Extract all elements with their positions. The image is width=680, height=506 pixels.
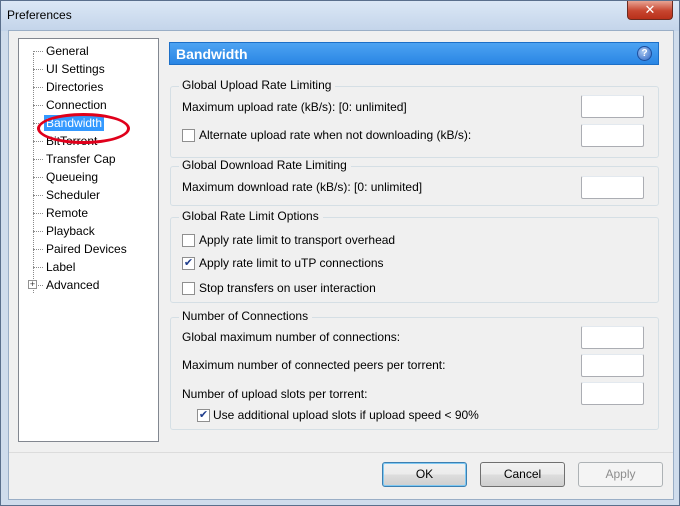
max-peers-input[interactable] (581, 354, 644, 377)
max-upload-input[interactable] (581, 95, 644, 118)
additional-slots-label: Use additional upload slots if upload sp… (213, 408, 479, 422)
tree-item-label: Transfer Cap (46, 152, 116, 166)
help-icon[interactable]: ? (637, 46, 652, 61)
cancel-button[interactable]: Cancel (480, 462, 565, 487)
max-download-input[interactable] (581, 176, 644, 199)
tree-item-label: Scheduler (46, 188, 101, 202)
alt-upload-checkbox[interactable] (182, 129, 195, 142)
tree-item-label: Connection (46, 98, 107, 112)
global-max-connections-input[interactable] (581, 326, 644, 349)
title-bar[interactable]: Preferences ✕ (1, 1, 679, 31)
ok-button[interactable]: OK (382, 462, 467, 487)
checkmark-icon: ✔ (198, 409, 209, 421)
tree-item-label: UI Settings (46, 62, 105, 76)
panel-title: Bandwidth (176, 46, 248, 62)
rate-limit-options-group: Global Rate Limit Options Apply rate lim… (170, 209, 659, 303)
additional-slots-checkbox[interactable]: ✔ (197, 409, 210, 422)
stop-transfers-checkbox[interactable] (182, 282, 195, 295)
transport-overhead-label: Apply rate limit to transport overhead (199, 233, 396, 247)
upload-rate-group: Global Upload Rate Limiting Maximum uplo… (170, 78, 659, 158)
alt-upload-input[interactable] (581, 124, 644, 147)
group-title: Global Download Rate Limiting (179, 158, 351, 172)
tree-item-label: Playback (46, 224, 95, 238)
footer-separator (9, 452, 673, 453)
panel-header: Bandwidth ? (169, 42, 659, 65)
preferences-window: Preferences ✕ General UI Settings Direct… (0, 0, 680, 506)
tree-item-label: Queueing (46, 170, 99, 184)
global-max-connections-label: Global maximum number of connections: (182, 330, 401, 344)
tree-item-label: Remote (46, 206, 89, 220)
group-title: Number of Connections (179, 309, 313, 323)
window-title: Preferences (7, 8, 72, 22)
group-title: Global Upload Rate Limiting (179, 78, 336, 92)
utp-checkbox[interactable]: ✔ (182, 257, 195, 270)
category-tree[interactable]: General UI Settings Directories Connecti… (18, 38, 159, 442)
tree-item-label: Label (46, 260, 76, 274)
alt-upload-label: Alternate upload rate when not downloadi… (199, 128, 472, 142)
stop-transfers-label: Stop transfers on user interaction (199, 281, 376, 295)
upload-slots-label: Number of upload slots per torrent: (182, 387, 368, 401)
max-upload-label: Maximum upload rate (kB/s): [0: unlimite… (182, 100, 407, 114)
group-title: Global Rate Limit Options (179, 209, 323, 223)
max-download-label: Maximum download rate (kB/s): [0: unlimi… (182, 180, 423, 194)
tree-item-label: General (46, 44, 89, 58)
apply-button[interactable]: Apply (578, 462, 663, 487)
expand-icon[interactable]: + (28, 280, 37, 289)
tree-item-label: Advanced (46, 278, 100, 292)
transport-overhead-checkbox[interactable] (182, 234, 195, 247)
download-rate-group: Global Download Rate Limiting Maximum do… (170, 158, 659, 206)
dialog-client-area: General UI Settings Directories Connecti… (8, 30, 674, 500)
tree-guide-line (33, 53, 34, 293)
utp-label: Apply rate limit to uTP connections (199, 256, 384, 270)
max-peers-label: Maximum number of connected peers per to… (182, 358, 446, 372)
checkmark-icon: ✔ (183, 257, 194, 269)
upload-slots-input[interactable] (581, 382, 644, 405)
close-icon: ✕ (644, 2, 656, 17)
annotation-ellipse (37, 113, 130, 144)
close-button[interactable]: ✕ (627, 1, 673, 20)
tree-item-label: Directories (46, 80, 104, 94)
tree-item-label: Paired Devices (46, 242, 127, 256)
connections-group: Number of Connections Global maximum num… (170, 309, 659, 430)
